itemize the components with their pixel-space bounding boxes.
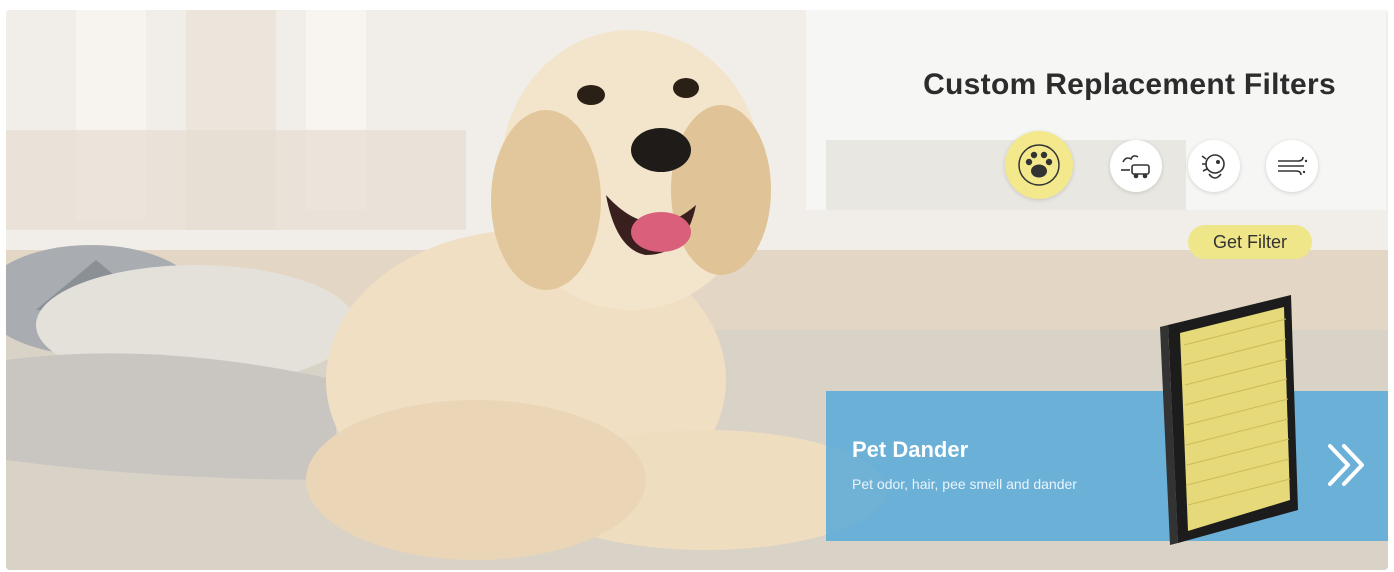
- smoke-car-icon-button[interactable]: [1110, 140, 1162, 192]
- wind-icon-button[interactable]: [1266, 140, 1318, 192]
- filter-product-image: [1160, 295, 1298, 545]
- info-title: Pet Dander: [852, 437, 969, 462]
- paw-icon-button[interactable]: [1005, 131, 1073, 199]
- banner-title: Custom Replacement Filters: [923, 68, 1336, 101]
- hero-banner: Custom Replacement Filters Get Filter Pe…: [6, 10, 1388, 570]
- allergy-icon: [1201, 154, 1225, 179]
- info-description: Pet odor, hair, pee smell and dander: [852, 476, 1077, 492]
- wind-icon: [1278, 156, 1308, 176]
- smoke-car-icon: [1121, 155, 1150, 179]
- double-chevron-right-icon[interactable]: [1322, 440, 1372, 490]
- get-filter-button[interactable]: Get Filter: [1188, 225, 1312, 259]
- allergy-icon-button[interactable]: [1188, 140, 1240, 192]
- paw-icon: [1018, 144, 1060, 186]
